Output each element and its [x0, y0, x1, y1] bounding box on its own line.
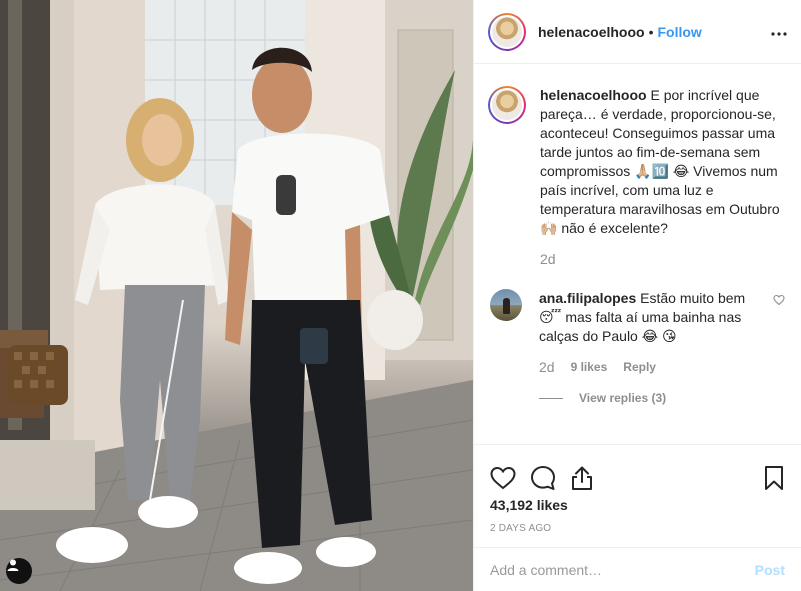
post-comment-button[interactable]: Post — [755, 562, 785, 578]
more-horizontal-icon[interactable] — [771, 23, 787, 41]
author-avatar[interactable] — [488, 12, 526, 51]
follow-button[interactable]: Follow — [657, 24, 701, 40]
comment-icon[interactable] — [530, 465, 556, 491]
view-replies-button[interactable]: View replies (3) — [539, 389, 759, 408]
author-username[interactable]: helenacoelhooo — [538, 24, 645, 40]
caption: helenacoelhooo E por incrível que pareça… — [474, 64, 801, 269]
comment-username[interactable]: ana.filipalopes — [539, 290, 636, 306]
caption-author-avatar[interactable] — [488, 86, 526, 124]
header-separator: • — [648, 23, 654, 40]
comment-body: ana.filipalopes Estão muito bem 😴 mas fa… — [539, 289, 759, 408]
view-replies-divider — [539, 398, 563, 399]
action-bar — [474, 445, 801, 499]
bookmark-icon[interactable] — [763, 465, 785, 491]
post-date[interactable]: 2 DAYS AGO — [474, 523, 801, 534]
tagged-users-button[interactable] — [6, 558, 32, 584]
post-actions-section: 43,192 likes 2 DAYS AGO — [474, 444, 801, 547]
comment-reply-button[interactable]: Reply — [623, 358, 656, 377]
commenter-avatar[interactable] — [490, 289, 522, 321]
comment-input[interactable] — [490, 561, 755, 578]
post-photo[interactable] — [0, 0, 473, 591]
likes-count[interactable]: 43,192 likes — [474, 497, 801, 513]
caption-timestamp[interactable]: 2d — [540, 250, 785, 269]
view-replies-label: View replies (3) — [579, 391, 667, 405]
comment-meta: 2d 9 likes Reply — [539, 358, 759, 377]
comments-list[interactable]: helenacoelhooo E por incrível que pareça… — [474, 64, 801, 444]
caption-username[interactable]: helenacoelhooo — [540, 87, 647, 103]
heart-icon[interactable] — [773, 293, 785, 408]
photo-illustration — [0, 0, 473, 591]
caption-text: E por incrível que pareça… é verdade, pr… — [540, 87, 780, 236]
add-comment-bar: Post — [474, 547, 801, 591]
share-icon[interactable] — [570, 465, 594, 491]
comment-timestamp[interactable]: 2d — [539, 358, 555, 377]
post-header: helenacoelhooo • Follow — [474, 0, 801, 64]
caption-body: helenacoelhooo E por incrível que pareça… — [540, 86, 785, 269]
comment-likes[interactable]: 9 likes — [571, 358, 608, 377]
post-side-panel: helenacoelhooo • Follow helenacoelhooo E… — [473, 0, 801, 591]
heart-icon[interactable] — [490, 466, 516, 490]
comment-item: ana.filipalopes Estão muito bem 😴 mas fa… — [474, 269, 801, 408]
